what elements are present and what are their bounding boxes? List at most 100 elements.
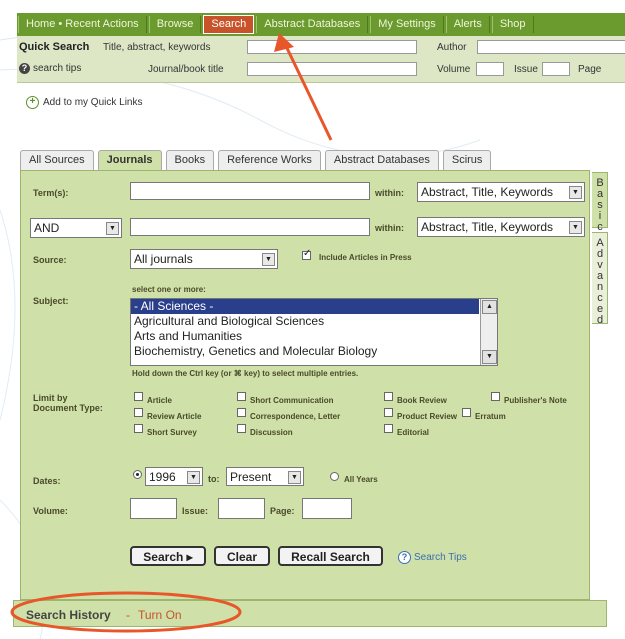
tab-all-sources[interactable]: All Sources bbox=[20, 150, 94, 170]
include-press-checkbox[interactable]: ✓ bbox=[302, 248, 312, 260]
subject-listbox[interactable]: - All Sciences - Agricultural and Biolog… bbox=[130, 298, 498, 366]
ctrl-hint: Hold down the Ctrl key (or ⌘ key) to sel… bbox=[132, 369, 359, 378]
search-tips-link-bottom[interactable]: ? Search Tips bbox=[398, 551, 467, 564]
doctype-checkbox[interactable] bbox=[462, 408, 471, 417]
doctype-checkbox[interactable] bbox=[237, 424, 246, 433]
within-select-2[interactable]: Abstract, Title, Keywords ▼ bbox=[417, 217, 585, 237]
add-quick-links[interactable]: + Add to my Quick Links bbox=[26, 96, 142, 109]
nav-shop[interactable]: Shop bbox=[491, 16, 534, 33]
date-to-select[interactable]: Present ▼ bbox=[226, 467, 304, 486]
source-label: Source: bbox=[33, 255, 67, 265]
doctype-checkbox[interactable] bbox=[237, 392, 246, 401]
source-select[interactable]: All journals ▼ bbox=[130, 249, 278, 269]
include-press-label: Include Articles in Press bbox=[319, 253, 412, 262]
within-select-1[interactable]: Abstract, Title, Keywords ▼ bbox=[417, 182, 585, 202]
doctype-checkbox[interactable] bbox=[384, 392, 393, 401]
doc-type-label-1: Limit by bbox=[33, 393, 68, 403]
doc-type-label-2: Document Type: bbox=[33, 403, 103, 413]
doctype-checkbox[interactable] bbox=[237, 408, 246, 417]
nav-home[interactable]: Home • Recent Actions bbox=[18, 16, 147, 33]
doctype-checkbox[interactable] bbox=[491, 392, 500, 401]
doctype-checkbox[interactable] bbox=[134, 424, 143, 433]
plus-icon: + bbox=[26, 96, 39, 109]
scroll-up-icon[interactable]: ▲ bbox=[482, 300, 497, 314]
journal-title-input[interactable] bbox=[247, 62, 417, 76]
journal-label: Journal/book title bbox=[148, 64, 224, 75]
chevron-down-icon: ▼ bbox=[187, 471, 200, 484]
chevron-down-icon: ▼ bbox=[288, 471, 301, 484]
chevron-down-icon: ▼ bbox=[569, 186, 582, 199]
quick-search-bar: Quick Search Title, abstract, keywords A… bbox=[17, 36, 625, 83]
doctype-label: Correspondence, Letter bbox=[250, 412, 341, 421]
doctype-label: Erratum bbox=[475, 412, 506, 421]
tab-books[interactable]: Books bbox=[165, 150, 215, 170]
tab-journals[interactable]: Journals bbox=[97, 150, 162, 171]
nav-abstract-databases[interactable]: Abstract Databases bbox=[256, 16, 369, 33]
doctype-checkbox[interactable] bbox=[134, 408, 143, 417]
clear-button[interactable]: Clear bbox=[214, 546, 270, 566]
search-tips-link[interactable]: ? search tips bbox=[19, 63, 81, 74]
volume-row-label: Volume: bbox=[33, 506, 68, 516]
nav-browse[interactable]: Browse bbox=[148, 16, 202, 33]
all-years-radio[interactable] bbox=[330, 472, 339, 481]
doctype-label: Product Review bbox=[397, 412, 458, 421]
operator-select[interactable]: AND ▼ bbox=[30, 218, 122, 238]
page-label: Page bbox=[578, 64, 602, 75]
page-input[interactable] bbox=[302, 498, 352, 519]
tab-basic[interactable]: Basic bbox=[592, 172, 608, 232]
quick-issue-input[interactable] bbox=[542, 62, 570, 76]
nav-search[interactable]: Search bbox=[203, 15, 255, 34]
help-icon: ? bbox=[19, 63, 30, 74]
chevron-down-icon: ▼ bbox=[569, 221, 582, 234]
tab-scirus[interactable]: Scirus bbox=[442, 150, 492, 170]
date-from-value: 1996 bbox=[149, 470, 176, 484]
dates-label: Dates: bbox=[33, 476, 61, 486]
subject-option[interactable]: - All Sciences - bbox=[131, 299, 479, 314]
scroll-down-icon[interactable]: ▼ bbox=[482, 350, 497, 364]
doctype-checkbox[interactable] bbox=[384, 408, 393, 417]
doctype-checkbox[interactable] bbox=[384, 424, 393, 433]
select-hint: select one or more: bbox=[132, 285, 206, 294]
date-range-radio[interactable] bbox=[133, 470, 142, 479]
page-row-label: Page: bbox=[270, 506, 295, 516]
date-to-value: Present bbox=[230, 470, 272, 484]
within-label-1: within: bbox=[375, 188, 404, 198]
basic-tab-label: Basic bbox=[594, 177, 606, 232]
history-turn-on-link[interactable]: Turn On bbox=[138, 608, 182, 622]
tab-abstract-databases[interactable]: Abstract Databases bbox=[324, 150, 439, 170]
issue-input[interactable] bbox=[218, 498, 265, 519]
main-navigation: Home • Recent Actions Browse Search Abst… bbox=[17, 13, 625, 36]
subject-option[interactable]: Arts and Humanities bbox=[131, 329, 497, 344]
chevron-down-icon: ▼ bbox=[106, 222, 119, 235]
history-title: Search History bbox=[26, 608, 111, 622]
check-icon: ✓ bbox=[303, 248, 312, 259]
subject-label: Subject: bbox=[33, 296, 69, 306]
search-button[interactable]: Search ▸ bbox=[130, 546, 206, 566]
nav-my-settings[interactable]: My Settings bbox=[370, 16, 444, 33]
tab-reference-works[interactable]: Reference Works bbox=[218, 150, 321, 170]
all-years-label: All Years bbox=[344, 475, 378, 484]
author-label: Author bbox=[437, 42, 467, 53]
recall-search-button[interactable]: Recall Search bbox=[278, 546, 383, 566]
doctype-label: Editorial bbox=[397, 428, 430, 437]
source-tabs: All Sources Journals Books Reference Wor… bbox=[20, 150, 495, 171]
doctype-label: Publisher's Note bbox=[504, 396, 567, 405]
subject-option[interactable]: Agricultural and Biological Sciences bbox=[131, 314, 497, 329]
advanced-tab-label: Advanced bbox=[594, 237, 606, 325]
date-from-select[interactable]: 1996 ▼ bbox=[145, 467, 203, 486]
author-input[interactable] bbox=[477, 40, 625, 54]
volume-input[interactable] bbox=[130, 498, 177, 519]
tab-advanced[interactable]: Advanced bbox=[592, 232, 608, 325]
terms-input-1[interactable] bbox=[130, 182, 370, 200]
nav-alerts[interactable]: Alerts bbox=[445, 16, 490, 33]
quick-terms-input[interactable] bbox=[247, 40, 417, 54]
listbox-scrollbar[interactable]: ▲ ▼ bbox=[480, 299, 497, 365]
terms-label: Title, abstract, keywords bbox=[103, 42, 211, 53]
doctype-checkbox[interactable] bbox=[134, 392, 143, 401]
doctype-label: Article bbox=[147, 396, 172, 405]
subject-option[interactable]: Biochemistry, Genetics and Molecular Bio… bbox=[131, 344, 497, 359]
doctype-label: Discussion bbox=[250, 428, 293, 437]
terms-input-2[interactable] bbox=[130, 218, 370, 236]
source-value: All journals bbox=[134, 252, 193, 266]
quick-volume-input[interactable] bbox=[476, 62, 504, 76]
